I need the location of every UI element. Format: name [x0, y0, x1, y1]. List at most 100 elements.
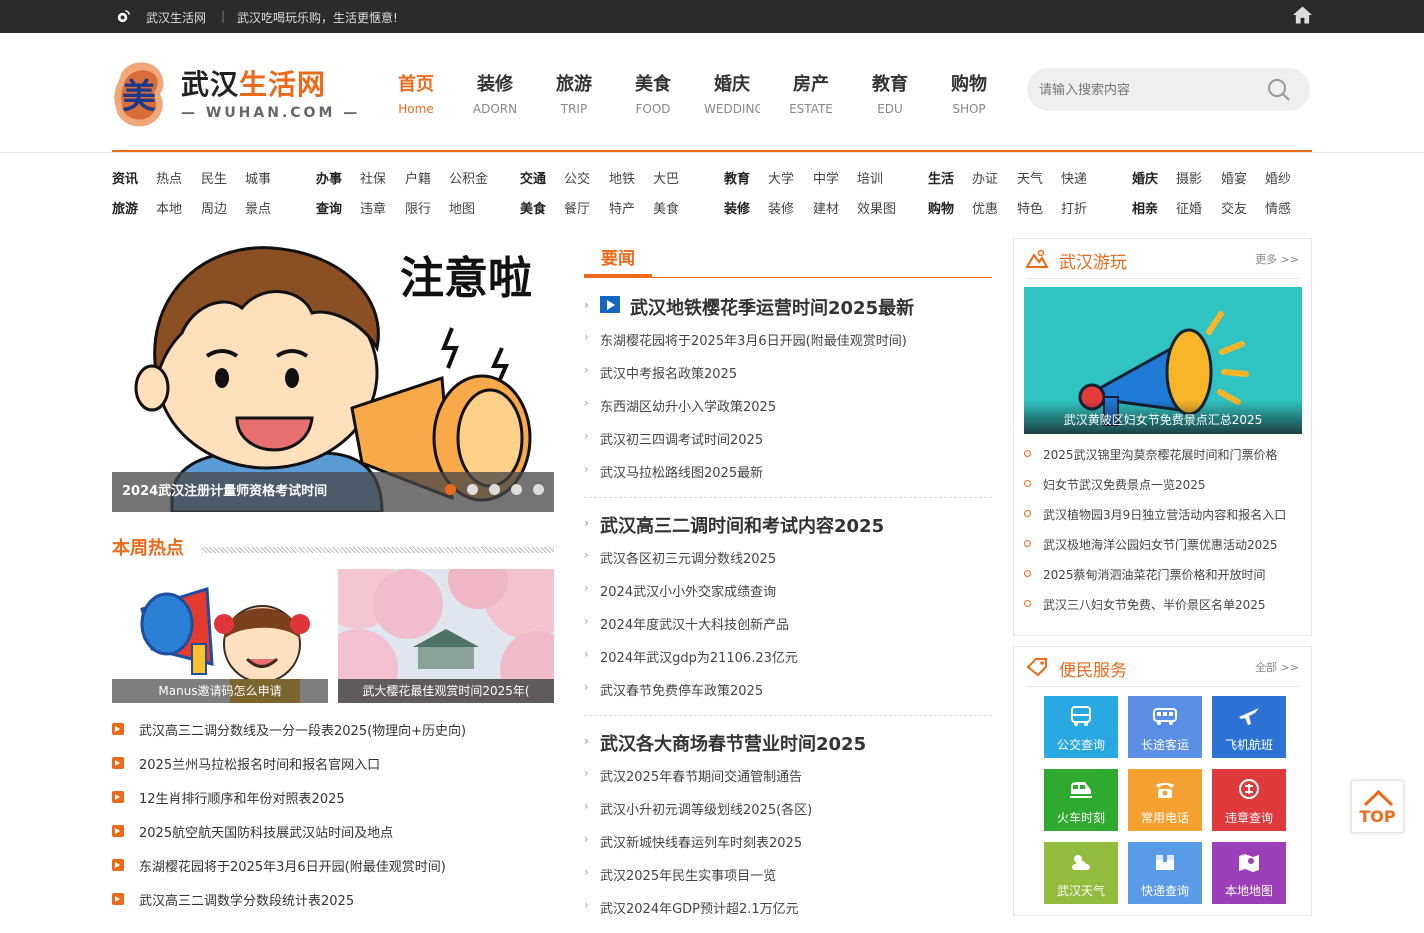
hot-pic-card[interactable]: 武大樱花最佳观赏时间2025年(: [338, 569, 554, 703]
link-item[interactable]: 公交: [564, 168, 590, 187]
slider-dot[interactable]: [467, 484, 478, 495]
news-item[interactable]: › 武汉新城快线春运列车时刻表2025: [584, 832, 992, 865]
link-item[interactable]: 户籍: [405, 168, 431, 187]
nav-shop[interactable]: 购物 SHOP: [929, 70, 1009, 116]
link-item[interactable]: 景点: [245, 198, 271, 217]
news-item[interactable]: › 2024武汉小小外交家成绩查询: [584, 581, 992, 614]
service-flight[interactable]: 飞机航班: [1212, 696, 1286, 758]
link-item[interactable]: 装修: [724, 198, 750, 217]
slider-dot[interactable]: [489, 484, 500, 495]
service-violation[interactable]: 违章查询: [1212, 769, 1286, 831]
service-bus-query[interactable]: 公交查询: [1044, 696, 1118, 758]
link-item[interactable]: 快递: [1061, 168, 1087, 187]
tab-news[interactable]: 要闻: [584, 244, 652, 277]
trip-feature-card[interactable]: 武汉黄陂区妇女节免费景点汇总2025: [1024, 287, 1302, 434]
slider-dot[interactable]: [445, 484, 456, 495]
nav-wedding[interactable]: 婚庆 WEDDING: [692, 70, 772, 116]
link-item[interactable]: 地图: [449, 198, 475, 217]
news-item[interactable]: › 2024年度武汉十大科技创新产品: [584, 614, 992, 647]
service-train[interactable]: 火车时刻: [1044, 769, 1118, 831]
link-item[interactable]: 资讯: [112, 168, 138, 187]
link-item[interactable]: 本地: [156, 198, 182, 217]
list-item[interactable]: 2025蔡甸消泗油菜花门票价格和开放时间: [1024, 566, 1302, 596]
link-item[interactable]: 婚纱: [1265, 168, 1291, 187]
news-item[interactable]: › 东湖樱花园将于2025年3月6日开园(附最佳观赏时间): [584, 330, 992, 363]
list-item[interactable]: 武汉三八妇女节免费、半价景区名单2025: [1024, 596, 1302, 626]
service-express[interactable]: 快递查询: [1128, 842, 1202, 904]
link-item[interactable]: 办事: [316, 168, 342, 187]
link-item[interactable]: 地铁: [609, 168, 635, 187]
link-item[interactable]: 购物: [928, 198, 954, 217]
link-item[interactable]: 优惠: [972, 198, 998, 217]
link-item[interactable]: 违章: [360, 198, 386, 217]
nav-home[interactable]: 首页 Home: [376, 70, 456, 116]
nav-trip[interactable]: 旅游 TRIP: [534, 70, 614, 116]
link-item[interactable]: 交通: [520, 168, 546, 187]
link-item[interactable]: 相亲: [1132, 198, 1158, 217]
link-item[interactable]: 交友: [1221, 198, 1247, 217]
link-item[interactable]: 天气: [1017, 168, 1043, 187]
news-item[interactable]: › 武汉春节免费停车政策2025: [584, 680, 992, 713]
link-item[interactable]: 限行: [405, 198, 431, 217]
trip-more-link[interactable]: 更多 >>: [1255, 251, 1299, 267]
news-item[interactable]: › 武汉2025年民生实事项目一览: [584, 865, 992, 898]
service-map[interactable]: 本地地图: [1212, 842, 1286, 904]
link-item[interactable]: 查询: [316, 198, 342, 217]
hot-pic-card[interactable]: Manus邀请码怎么申请: [112, 569, 328, 703]
link-item[interactable]: 生活: [928, 168, 954, 187]
news-item[interactable]: › 武汉小升初元调等级划线2025(各区): [584, 799, 992, 832]
link-item[interactable]: 城事: [245, 168, 271, 187]
link-item[interactable]: 旅游: [112, 198, 138, 217]
search-icon[interactable]: [1267, 78, 1291, 102]
link-item[interactable]: 美食: [653, 198, 679, 217]
link-item[interactable]: 建材: [813, 198, 839, 217]
list-item[interactable]: 妇女节武汉免费景点一览2025: [1024, 476, 1302, 506]
news-headline[interactable]: › 武汉地铁樱花季运营时间2025最新: [584, 294, 992, 324]
list-item[interactable]: 2025兰州马拉松报名时间和报名官网入口: [112, 754, 554, 788]
list-item[interactable]: 武汉高三二调分数线及一分一段表2025(物理向+历史向): [112, 720, 554, 754]
link-item[interactable]: 婚庆: [1132, 168, 1158, 187]
link-item[interactable]: 打折: [1061, 198, 1087, 217]
news-item[interactable]: › 武汉马拉松路线图2025最新: [584, 462, 992, 495]
nav-edu[interactable]: 教育 EDU: [850, 70, 930, 116]
link-item[interactable]: 特产: [609, 198, 635, 217]
service-phone[interactable]: 常用电话: [1128, 769, 1202, 831]
link-item[interactable]: 教育: [724, 168, 750, 187]
nav-estate[interactable]: 房产 ESTATE: [771, 70, 851, 116]
link-item[interactable]: 中学: [813, 168, 839, 187]
back-to-top-button[interactable]: TOP: [1351, 780, 1404, 833]
services-more-link[interactable]: 全部 >>: [1255, 659, 1299, 675]
news-item[interactable]: › 武汉初三四调考试时间2025: [584, 429, 992, 462]
link-item[interactable]: 情感: [1265, 198, 1291, 217]
link-item[interactable]: 餐厅: [564, 198, 590, 217]
link-item[interactable]: 效果图: [857, 198, 896, 217]
link-item[interactable]: 大巴: [653, 168, 679, 187]
search-input[interactable]: [1039, 79, 1259, 99]
nav-adorn[interactable]: 装修 ADORN: [455, 70, 535, 116]
link-item[interactable]: 热点: [156, 168, 182, 187]
list-item[interactable]: 武汉极地海洋公园妇女节门票优惠活动2025: [1024, 536, 1302, 566]
link-item[interactable]: 美食: [520, 198, 546, 217]
link-item[interactable]: 婚宴: [1221, 168, 1247, 187]
news-headline[interactable]: › 武汉各大商场春节营业时间2025: [584, 730, 992, 760]
slider-dot[interactable]: [511, 484, 522, 495]
list-item[interactable]: 武汉高三二调数学分数段统计表2025: [112, 890, 554, 924]
logo-title[interactable]: 武汉生活网: [181, 63, 326, 103]
hero-slider[interactable]: 注意啦 2024武汉注册计量师资格考试时间: [112, 238, 554, 512]
list-item[interactable]: 2025航空航天国防科技展武汉站时间及地点: [112, 822, 554, 856]
logo-mark[interactable]: 美: [112, 56, 167, 128]
list-item[interactable]: 武汉植物园3月9日独立营活动内容和报名入口: [1024, 506, 1302, 536]
link-item[interactable]: 特色: [1017, 198, 1043, 217]
news-item[interactable]: › 武汉各区初三元调分数线2025: [584, 548, 992, 581]
link-item[interactable]: 大学: [768, 168, 794, 187]
site-name-link[interactable]: 武汉生活网: [146, 9, 206, 26]
link-item[interactable]: 征婚: [1176, 198, 1202, 217]
link-item[interactable]: 装修: [768, 198, 794, 217]
weibo-icon[interactable]: [116, 9, 131, 24]
news-item[interactable]: › 2024年武汉gdp为21106.23亿元: [584, 647, 992, 680]
nav-food[interactable]: 美食 FOOD: [613, 70, 693, 116]
news-item[interactable]: › 东西湖区幼升小入学政策2025: [584, 396, 992, 429]
link-item[interactable]: 摄影: [1176, 168, 1202, 187]
news-item[interactable]: › 武汉2025年春节期间交通管制通告: [584, 766, 992, 799]
link-item[interactable]: 社保: [360, 168, 386, 187]
